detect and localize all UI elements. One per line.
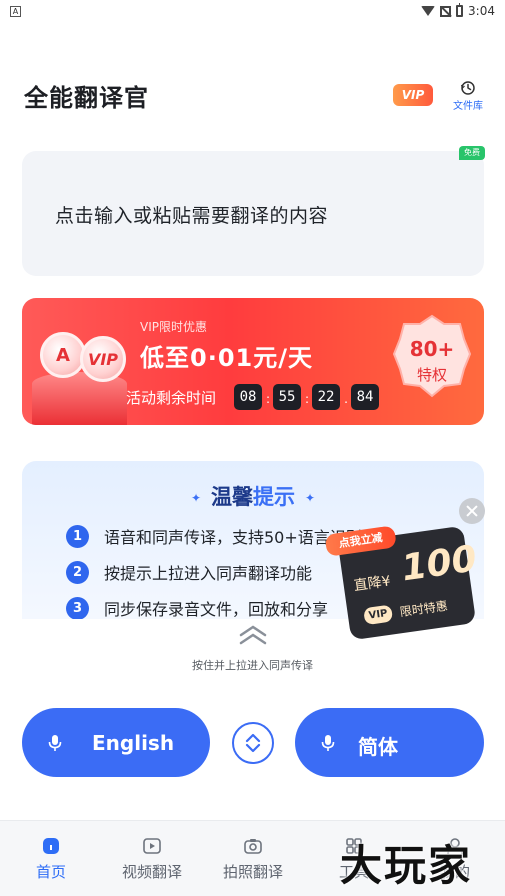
app-notification-icon: A — [10, 5, 21, 17]
file-library-button[interactable]: 文件库 — [450, 80, 486, 112]
status-indicators: 3:04 — [421, 3, 495, 18]
tip-text: 同步保存录音文件，回放和分享 — [104, 600, 329, 619]
countdown-separator: : — [304, 392, 310, 406]
microphone-icon — [48, 735, 62, 751]
tab-label: 首页 — [35, 863, 66, 881]
countdown-seconds: 22 — [312, 384, 340, 410]
badge-count: 80+ — [409, 337, 455, 361]
target-language-button[interactable]: 简体 — [295, 708, 484, 777]
coin-translate-icon: A — [40, 332, 86, 378]
banner-headline: 低至0·01元/天 — [140, 344, 313, 372]
coupon-vip-badge: VIP — [363, 604, 394, 626]
countdown-hours: 08 — [234, 384, 262, 410]
video-icon — [143, 838, 161, 854]
vip-button[interactable]: VIP — [393, 84, 433, 106]
tab-video-translate[interactable]: 视频翻译 — [102, 837, 202, 882]
home-icon — [43, 838, 59, 854]
watermark: 大玩家 — [340, 841, 473, 890]
tab-label: 拍照翻译 — [222, 863, 283, 881]
no-signal-icon — [440, 5, 452, 17]
tip-text: 按提示上拉进入同声翻译功能 — [104, 564, 313, 583]
tip-item: 3 同步保存录音文件，回放和分享 — [66, 596, 328, 619]
countdown-separator: . — [344, 392, 348, 406]
source-language-label: English — [92, 731, 175, 755]
pull-up-hint: 按住并上拉进入同声传译 — [192, 659, 313, 672]
input-placeholder: 点击输入或粘贴需要翻译的内容 — [55, 205, 329, 227]
tab-label: 视频翻译 — [121, 863, 182, 881]
app-title: 全能翻译官 — [24, 84, 149, 112]
countdown-separator: : — [265, 392, 271, 406]
tip-number: 3 — [66, 596, 89, 619]
vip-promo-banner[interactable]: A VIP VIP限时优惠 低至0·01元/天 活动剩余时间 08 : 55 :… — [22, 298, 484, 425]
tab-photo-translate[interactable]: 拍照翻译 — [203, 837, 303, 882]
tip-number: 1 — [66, 524, 89, 548]
status-bar: A 3:04 — [0, 0, 505, 22]
coupon-limited-label: 限时特惠 — [399, 598, 449, 620]
file-library-label: 文件库 — [453, 101, 483, 112]
microphone-icon — [321, 735, 335, 751]
history-icon — [460, 81, 475, 95]
discount-coupon[interactable]: 点我立减 直降¥ 100 VIP 限时特惠 — [324, 525, 480, 641]
tip-item: 2 按提示上拉进入同声翻译功能 — [66, 560, 312, 584]
sparkle-icon: ✦ — [305, 491, 316, 505]
tip-number: 2 — [66, 560, 89, 584]
banner-subtitle: VIP限时优惠 — [140, 320, 207, 334]
swap-languages-button[interactable] — [232, 722, 274, 764]
countdown-centiseconds: 84 — [351, 384, 379, 410]
coupon-label: 直降¥ — [352, 573, 392, 595]
sparkle-icon: ✦ — [190, 491, 201, 505]
double-chevron-up-icon[interactable] — [238, 624, 268, 646]
countdown-label: 活动剩余时间 — [126, 389, 217, 407]
target-language-label: 简体 — [358, 735, 398, 759]
close-promo-button[interactable] — [459, 498, 485, 524]
tips-title: ✦ 温馨提示 ✦ — [22, 481, 484, 511]
battery-icon — [456, 3, 464, 17]
tips-title-part2: 提示 — [253, 485, 295, 509]
status-time: 3:04 — [468, 4, 495, 18]
swap-icon — [245, 733, 261, 753]
banner-pedestal — [32, 372, 127, 425]
coupon-amount: 100 — [399, 538, 480, 590]
badge-label: 特权 — [416, 366, 447, 384]
wifi-icon — [421, 6, 436, 16]
tab-home[interactable]: 首页 — [1, 837, 101, 882]
tips-title-part1: 温馨 — [211, 485, 253, 509]
coin-vip-icon: VIP — [80, 336, 126, 382]
privilege-badge: 80+ 特权 — [392, 314, 472, 400]
countdown-minutes: 55 — [273, 384, 301, 410]
source-language-button[interactable]: English — [22, 708, 210, 777]
free-tag: 免费 — [459, 146, 485, 160]
translate-input-card[interactable]: 点击输入或粘贴需要翻译的内容 — [22, 151, 484, 276]
camera-icon — [244, 839, 262, 854]
